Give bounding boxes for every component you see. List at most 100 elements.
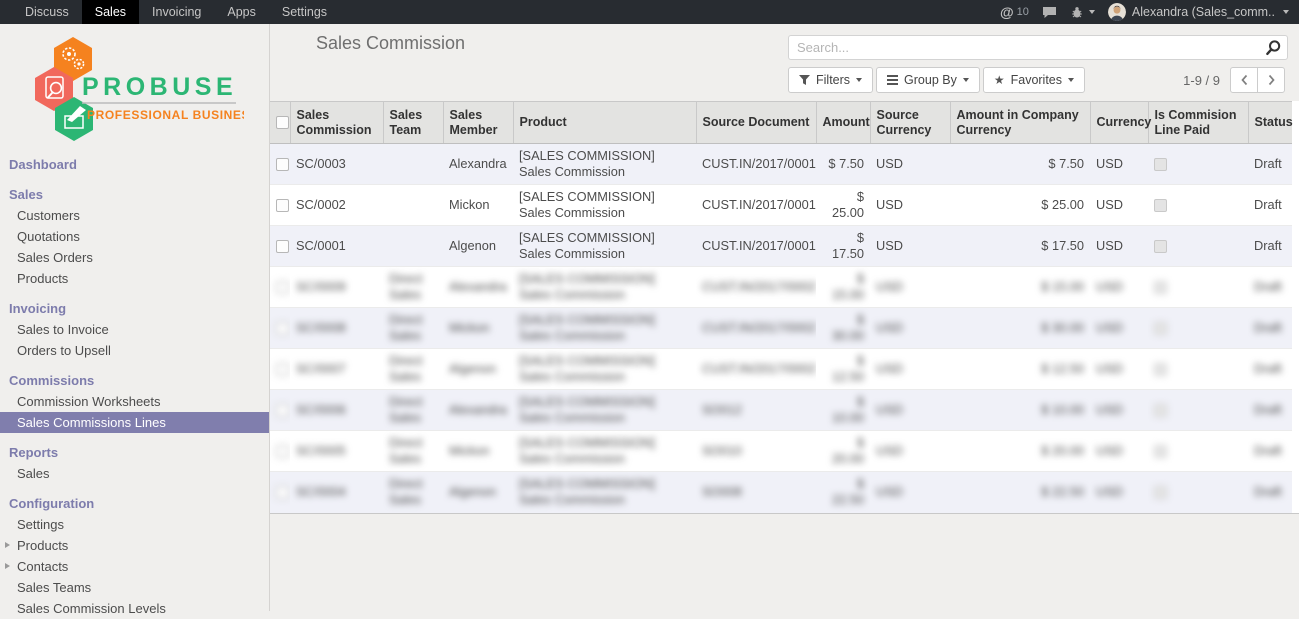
- column-header-sales-team[interactable]: Sales Team: [383, 102, 443, 144]
- chat-bubble-icon[interactable]: [1042, 6, 1057, 19]
- inbox-icon[interactable]: @ 10: [1000, 4, 1029, 20]
- sidebar-section-reports[interactable]: Reports: [0, 442, 269, 463]
- sidebar-section-sales[interactable]: Sales: [0, 184, 269, 205]
- cell-text: Direct Sales: [389, 312, 422, 343]
- row-select-checkbox[interactable]: [276, 445, 289, 458]
- table-row[interactable]: SC/0009Direct SalesAlexandra[SALES COMMI…: [270, 267, 1292, 308]
- row-select-cell: [270, 267, 290, 308]
- pager-next-button[interactable]: [1257, 67, 1285, 93]
- cell-name: SC/0003: [290, 144, 383, 185]
- sidebar-section-invoicing[interactable]: Invoicing: [0, 298, 269, 319]
- table-row[interactable]: SC/0007Direct SalesAlgenon[SALES COMMISS…: [270, 349, 1292, 390]
- cell-status: Draft: [1248, 226, 1292, 267]
- column-header-currency[interactable]: Currency: [1090, 102, 1148, 144]
- topbar-menu-apps[interactable]: Apps: [214, 0, 269, 24]
- table-row[interactable]: SC/0006Direct SalesAlexandra[SALES COMMI…: [270, 390, 1292, 431]
- topbar-menu-sales[interactable]: Sales: [82, 0, 139, 24]
- cell-currency: USD: [1090, 226, 1148, 267]
- cell-currency: USD: [1090, 390, 1148, 431]
- column-header-is-commision-line-paid[interactable]: Is Commision Line Paid: [1148, 102, 1248, 144]
- cell-text: $ 7.50: [828, 156, 864, 171]
- column-header-amount-in-company-currency[interactable]: Amount in Company Currency: [950, 102, 1090, 144]
- select-all-checkbox[interactable]: [276, 116, 289, 129]
- sidebar-item-sales-orders[interactable]: Sales Orders: [0, 247, 269, 268]
- topbar-menu-settings[interactable]: Settings: [269, 0, 340, 24]
- cell-text: USD: [876, 197, 903, 212]
- row-select-checkbox[interactable]: [276, 240, 289, 253]
- column-header-source-currency[interactable]: Source Currency: [870, 102, 950, 144]
- column-header-amount[interactable]: Amount: [816, 102, 870, 144]
- page-title: Sales Commission: [316, 33, 465, 54]
- cell-text: $ 30.00: [1041, 320, 1084, 335]
- sidebar-item-quotations[interactable]: Quotations: [0, 226, 269, 247]
- paid-checkbox: [1154, 199, 1167, 212]
- sidebar-item-sales-commissions-lines[interactable]: Sales Commissions Lines: [0, 412, 269, 433]
- row-select-checkbox[interactable]: [276, 199, 289, 212]
- table-row[interactable]: SC/0005Direct SalesMickon[SALES COMMISSI…: [270, 431, 1292, 472]
- sidebar-item-label: Products: [17, 538, 68, 553]
- cell-text: $ 25.00: [1041, 197, 1084, 212]
- sidebar-section-commissions[interactable]: Commissions: [0, 370, 269, 391]
- topbar-menu-discuss[interactable]: Discuss: [12, 0, 82, 24]
- cell-team: Direct Sales: [383, 267, 443, 308]
- sidebar-item-sales-teams[interactable]: Sales Teams: [0, 577, 269, 598]
- row-select-checkbox[interactable]: [276, 281, 289, 294]
- group-by-button[interactable]: Group By: [876, 67, 980, 93]
- cell-text: $ 7.50: [1048, 156, 1084, 171]
- cell-amount_company: $ 7.50: [950, 144, 1090, 185]
- cell-text: CUST.IN/2017/0001: [702, 197, 816, 212]
- row-select-checkbox[interactable]: [276, 322, 289, 335]
- table-row[interactable]: SC/0008Direct SalesMickon[SALES COMMISSI…: [270, 308, 1292, 349]
- row-select-checkbox[interactable]: [276, 486, 289, 499]
- pager-previous-button[interactable]: [1230, 67, 1258, 93]
- cell-text: SC/0009: [296, 279, 346, 294]
- cell-text: CUST.IN/2017/0001: [702, 156, 816, 171]
- sidebar-item-sales[interactable]: Sales: [0, 463, 269, 484]
- search-input[interactable]: [789, 36, 1261, 59]
- cell-name: SC/0002: [290, 185, 383, 226]
- sidebar-item-customers[interactable]: Customers: [0, 205, 269, 226]
- cell-name: SC/0005: [290, 431, 383, 472]
- sidebar-item-label: Products: [17, 271, 68, 286]
- topbar-menu-invoicing[interactable]: Invoicing: [139, 0, 214, 24]
- table-row[interactable]: SC/0001Algenon[SALES COMMISSION] Sales C…: [270, 226, 1292, 267]
- sidebar-item-orders-to-upsell[interactable]: Orders to Upsell: [0, 340, 269, 361]
- search-icon[interactable]: [1266, 40, 1281, 61]
- table-row[interactable]: SC/0003Alexandra[SALES COMMISSION] Sales…: [270, 144, 1292, 185]
- cell-text: USD: [1096, 156, 1123, 171]
- filters-button[interactable]: Filters: [788, 67, 873, 93]
- sidebar-item-commission-worksheets[interactable]: Commission Worksheets: [0, 391, 269, 412]
- column-header-source-document[interactable]: Source Document: [696, 102, 816, 144]
- row-select-checkbox[interactable]: [276, 363, 289, 376]
- sidebar-item-contacts[interactable]: Contacts: [0, 556, 269, 577]
- debug-bug-icon[interactable]: [1070, 6, 1095, 19]
- cell-member: Algenon: [443, 472, 513, 513]
- cell-text: $ 30.00: [832, 312, 864, 343]
- column-header-status[interactable]: Status: [1248, 102, 1292, 144]
- table-row[interactable]: SC/0002Mickon[SALES COMMISSION] Sales Co…: [270, 185, 1292, 226]
- cell-amount: $ 7.50: [816, 144, 870, 185]
- cell-team: [383, 185, 443, 226]
- sidebar-item-sales-commission-levels[interactable]: Sales Commission Levels: [0, 598, 269, 619]
- cell-text: Draft: [1254, 361, 1282, 376]
- sidebar-section-configuration[interactable]: Configuration: [0, 493, 269, 514]
- sidebar-item-settings[interactable]: Settings: [0, 514, 269, 535]
- sidebar-section-dashboard[interactable]: Dashboard: [0, 154, 269, 175]
- cell-product: [SALES COMMISSION] Sales Commission: [513, 308, 696, 349]
- row-select-checkbox[interactable]: [276, 404, 289, 417]
- column-header-sales-commission[interactable]: Sales Commission: [290, 102, 383, 144]
- cell-source: CUST.IN/2017/0001: [696, 144, 816, 185]
- sidebar-item-products[interactable]: Products: [0, 535, 269, 556]
- cell-text: [SALES COMMISSION] Sales Commission: [519, 476, 655, 507]
- favorites-button[interactable]: ★ Favorites: [983, 67, 1085, 93]
- table-row[interactable]: SC/0004Direct SalesAlgenon[SALES COMMISS…: [270, 472, 1292, 513]
- expand-caret-icon[interactable]: [5, 542, 10, 548]
- sidebar-item-products[interactable]: Products: [0, 268, 269, 289]
- user-menu[interactable]: Alexandra (Sales_comm..: [1108, 3, 1289, 21]
- row-select-checkbox[interactable]: [276, 158, 289, 171]
- cell-paid: [1148, 185, 1248, 226]
- column-header-sales-member[interactable]: Sales Member: [443, 102, 513, 144]
- expand-caret-icon[interactable]: [5, 563, 10, 569]
- sidebar-item-sales-to-invoice[interactable]: Sales to Invoice: [0, 319, 269, 340]
- column-header-product[interactable]: Product: [513, 102, 696, 144]
